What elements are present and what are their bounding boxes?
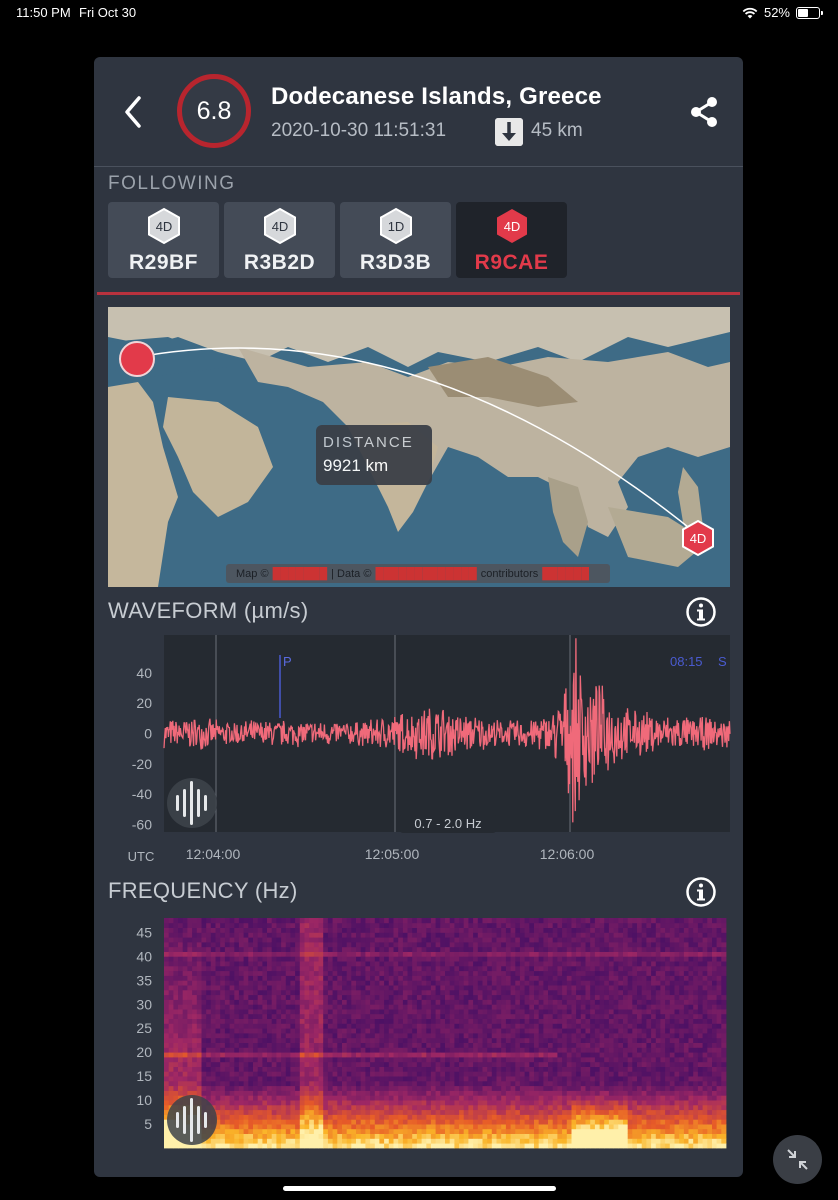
- spectrogram-ytick-label: 10: [136, 1092, 152, 1108]
- station-chip-r29bf[interactable]: 4D R29BF: [108, 202, 219, 278]
- station-badge-text: 4D: [156, 219, 173, 234]
- waveform-title: WAVEFORM (µm/s): [108, 598, 309, 623]
- frequency-title: FREQUENCY (Hz): [108, 878, 298, 903]
- event-datetime: 2020-10-30 11:51:31: [271, 120, 447, 141]
- audio-wave-icon: [204, 1112, 207, 1128]
- waveform-xtick-label: 12:05:00: [365, 846, 420, 862]
- spectrogram-audio-button[interactable]: [167, 1095, 217, 1145]
- station-badge-text: 1D: [388, 219, 405, 234]
- following-label: FOLLOWING: [108, 173, 236, 194]
- station-name: R3B2D: [243, 251, 316, 274]
- audio-wave-icon: [197, 789, 200, 817]
- waveform-xtick-label: 12:06:00: [540, 846, 595, 862]
- waveform-xtick-label: 12:04:00: [186, 846, 241, 862]
- waveform-ytick-label: 20: [136, 695, 152, 711]
- p-wave-label: P: [283, 654, 292, 669]
- station-marker-text: 4D: [690, 531, 707, 546]
- audio-wave-icon: [183, 1106, 186, 1134]
- attrib-link-2[interactable]: █████████████: [375, 568, 476, 580]
- utc-label: UTC: [128, 849, 155, 864]
- spectrogram-ytick-label: 15: [136, 1068, 152, 1084]
- attrib-contrib: contributors: [480, 567, 539, 580]
- magnitude-badge: 6.8: [177, 74, 251, 148]
- event-panel: 6.8 Dodecanese Islands, Greece 2020-10-3…: [94, 57, 743, 1177]
- selection-underline: [97, 292, 740, 295]
- spectrogram-ytick-label: 40: [136, 948, 152, 964]
- waveform-ytick-label: 40: [136, 665, 152, 681]
- station-badge-text: 4D: [504, 219, 521, 234]
- home-indicator[interactable]: [283, 1186, 556, 1191]
- spectrogram-ytick-label: 30: [136, 996, 152, 1012]
- spectrogram-ytick-label: 35: [136, 972, 152, 988]
- event-place: Dodecanese Islands, Greece: [271, 83, 602, 110]
- waveform-ytick-label: -40: [132, 786, 152, 802]
- audio-wave-icon: [204, 795, 207, 811]
- station-chip-r9cae[interactable]: 4D R9CAE: [456, 202, 567, 278]
- audio-wave-icon: [183, 789, 186, 817]
- distance-map[interactable]: 4D DISTANCE 9921 km Map © ███████ | Data…: [108, 307, 730, 587]
- waveform-ytick-label: -20: [132, 756, 152, 772]
- spectrogram-chart: 45 40 35 30 25 20 15 10 5: [136, 918, 727, 1149]
- audio-wave-icon: [176, 795, 179, 811]
- status-time: 11:50 PM: [16, 5, 71, 20]
- wifi-icon: [742, 7, 758, 18]
- share-icon[interactable]: [688, 95, 720, 129]
- station-badge-hexagon: 4D: [497, 209, 527, 243]
- header-divider: [94, 166, 743, 167]
- spectrogram-ytick-label: 20: [136, 1044, 152, 1060]
- station-name: R29BF: [128, 251, 199, 274]
- epicenter-marker: [119, 341, 155, 377]
- station-chip-r3d3b[interactable]: 1D R3D3B: [340, 202, 451, 278]
- filter-label: 0.7 - 2.0 Hz: [414, 816, 481, 831]
- station-marker-icon: 4D: [682, 519, 714, 557]
- corner-time-label: 08:15: [670, 654, 703, 669]
- distance-label: DISTANCE: [323, 434, 414, 451]
- station-name: R9CAE: [474, 251, 549, 274]
- distance-value: 9921 km: [323, 456, 389, 475]
- battery-icon: [796, 6, 823, 19]
- station-badge-hexagon: 4D: [148, 207, 180, 245]
- frequency-info-icon[interactable]: [686, 877, 716, 907]
- waveform-ytick-label: 0: [144, 726, 152, 742]
- corner-s-label: S: [718, 654, 727, 669]
- event-header: 6.8 Dodecanese Islands, Greece 2020-10-3…: [94, 57, 743, 167]
- station-name: R3D3B: [359, 251, 432, 274]
- status-bar: 11:50 PM Fri Oct 30 52%: [0, 0, 838, 26]
- spectrogram-ytick-label: 25: [136, 1020, 152, 1036]
- station-badge-text: 4D: [272, 219, 289, 234]
- station-list: 4D R29BF 4D R3B2D 1D R3D3B 4D R9CAE: [108, 202, 567, 278]
- minimize-button[interactable]: [773, 1135, 822, 1184]
- depth-arrow-icon: [495, 118, 523, 146]
- audio-wave-icon: [197, 1106, 200, 1134]
- waveform-chart: 12:04:00 12:05:00 12:06:00 40 20 0 -20 -40 -60 UT…: [128, 635, 731, 864]
- battery-percent: 52%: [763, 5, 790, 20]
- map-attribution: Map © ███████ | Data © █████████████ con…: [226, 564, 610, 583]
- distance-callout: DISTANCE 9921 km: [316, 425, 432, 485]
- audio-wave-icon: [190, 1098, 193, 1142]
- waveform-audio-button[interactable]: [167, 778, 217, 828]
- collapse-arrows-icon: [787, 1149, 808, 1170]
- spectrogram-ytick-label: 5: [144, 1116, 152, 1132]
- waveform-ytick-label: -60: [132, 816, 152, 832]
- attrib-link-3[interactable]: ██████: [542, 568, 589, 580]
- attrib-data: | Data ©: [331, 567, 372, 580]
- event-depth: 45 km: [531, 120, 583, 141]
- spectrogram-cells: [164, 918, 727, 1149]
- attrib-link-1[interactable]: ███████: [273, 568, 328, 580]
- station-badge-hexagon: 1D: [380, 207, 412, 245]
- back-icon[interactable]: [122, 95, 144, 129]
- spectrogram-ytick-label: 45: [136, 924, 152, 940]
- status-right: 52%: [742, 5, 823, 20]
- status-date: Fri Oct 30: [79, 5, 137, 20]
- waveform-info-icon[interactable]: [686, 597, 716, 627]
- station-badge-hexagon: 4D: [264, 207, 296, 245]
- audio-wave-icon: [176, 1112, 179, 1128]
- station-chip-r3b2d[interactable]: 4D R3B2D: [224, 202, 335, 278]
- audio-wave-icon: [190, 781, 193, 825]
- attrib-map: Map ©: [236, 567, 269, 580]
